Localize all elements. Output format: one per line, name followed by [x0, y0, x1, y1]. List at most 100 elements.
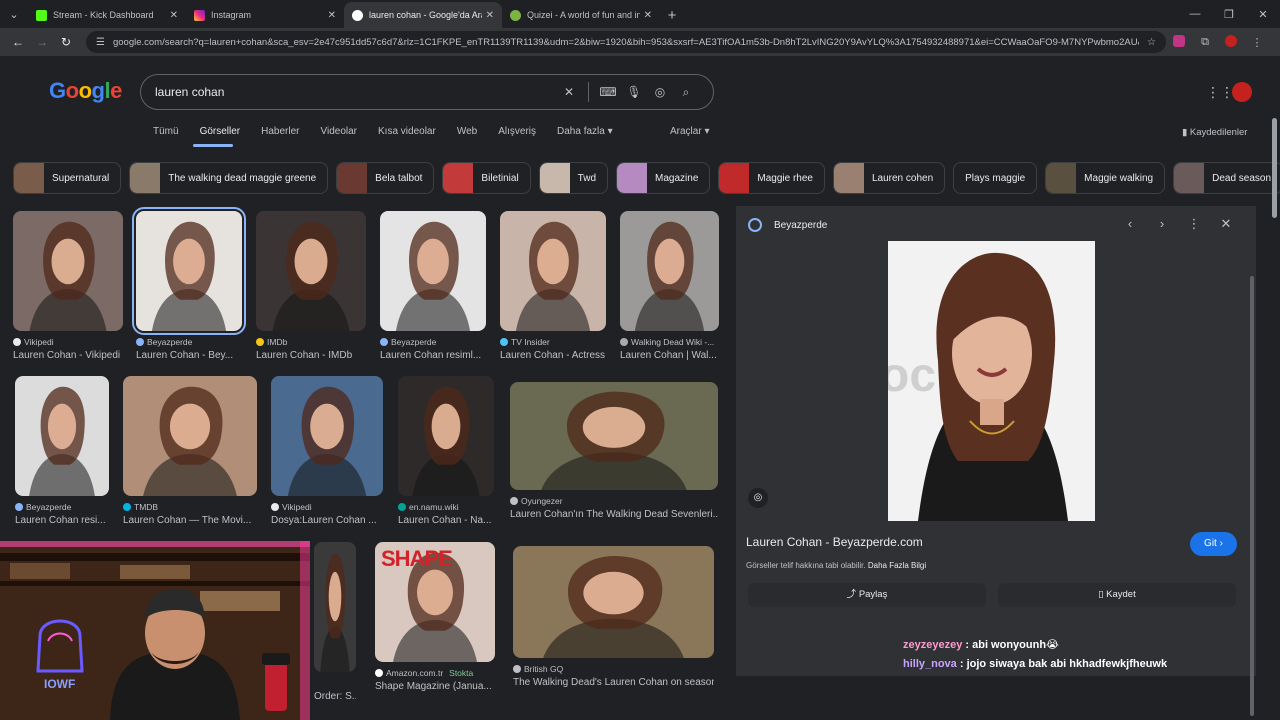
- related-chip[interactable]: Lauren cohen: [832, 162, 946, 194]
- related-chip[interactable]: Plays maggie: [953, 162, 1038, 194]
- tab-short-videos[interactable]: Kısa videolar: [378, 126, 436, 137]
- reload-icon[interactable]: ↻: [54, 35, 78, 49]
- image-result[interactable]: Vikipedi Dosya:Lauren Cohan ...: [271, 376, 383, 526]
- save-button[interactable]: ▯ Kaydet: [998, 583, 1236, 607]
- image-result[interactable]: SHAPE Amazon.com.tr Stokta Shape Magazine (…: [375, 542, 495, 692]
- image-result[interactable]: TMDB Lauren Cohan — The Movi...: [123, 376, 257, 526]
- visit-button[interactable]: Git ›: [1190, 532, 1237, 556]
- result-caption[interactable]: Lauren Cohan - Na...: [398, 515, 494, 526]
- result-caption[interactable]: Lauren Cohan — The Movi...: [123, 515, 257, 526]
- result-caption[interactable]: Lauren Cohan resi...: [15, 515, 109, 526]
- result-caption[interactable]: Lauren Cohan'ın The Walking Dead Sevenle…: [510, 509, 718, 520]
- result-caption[interactable]: Lauren Cohan - Actress: [500, 350, 606, 361]
- address-bar[interactable]: ☰ google.com/search?q=lauren+cohan&sca_e…: [86, 31, 1166, 53]
- tab-kick-dashboard[interactable]: Stream - Kick Dashboard ✕: [28, 2, 186, 28]
- image-result[interactable]: TV Insider Lauren Cohan - Actress: [500, 211, 606, 361]
- google-logo[interactable]: Google: [49, 78, 122, 104]
- result-caption[interactable]: Order: S...: [314, 691, 356, 702]
- result-thumbnail[interactable]: SHAPE: [375, 542, 495, 662]
- related-chip[interactable]: Maggie walking: [1045, 162, 1166, 194]
- related-chip[interactable]: Magazine: [616, 162, 711, 194]
- result-thumbnail[interactable]: [256, 211, 366, 331]
- lens-search-icon[interactable]: ◎: [748, 488, 768, 508]
- result-caption[interactable]: The Walking Dead's Lauren Cohan on seaso…: [513, 677, 714, 688]
- account-avatar[interactable]: [1232, 82, 1252, 102]
- related-chip[interactable]: Supernatural: [13, 162, 122, 194]
- tab-all[interactable]: Tümü: [153, 126, 179, 137]
- tab-news[interactable]: Haberler: [261, 126, 299, 137]
- related-chip[interactable]: Biletinial: [442, 162, 531, 194]
- share-button[interactable]: ⤴ Paylaş: [748, 583, 986, 607]
- result-thumbnail[interactable]: [271, 376, 383, 496]
- result-caption[interactable]: Lauren Cohan - Vikipedi: [13, 350, 123, 361]
- result-thumbnail[interactable]: [314, 542, 356, 672]
- forward-icon[interactable]: →: [30, 35, 54, 49]
- search-box[interactable]: lauren cohan ✕ ⌨ 🎙 ◎ ⌕: [140, 74, 714, 110]
- tab-web[interactable]: Web: [457, 126, 477, 137]
- tab-instagram[interactable]: Instagram ✕: [186, 2, 344, 28]
- panel-scrollbar[interactable]: [1250, 276, 1254, 716]
- result-thumbnail[interactable]: [123, 376, 257, 496]
- related-chip[interactable]: Twd: [538, 162, 609, 194]
- result-thumbnail[interactable]: [132, 207, 246, 335]
- image-result[interactable]: IMDb Lauren Cohan - IMDb: [256, 211, 366, 361]
- next-icon[interactable]: ›: [1146, 216, 1178, 232]
- browser-menu-icon[interactable]: ⋮: [1244, 36, 1270, 49]
- keyboard-icon[interactable]: ⌨: [595, 85, 621, 99]
- tab-images[interactable]: Görseller: [200, 126, 241, 137]
- close-window-icon[interactable]: ✕: [1246, 8, 1280, 21]
- image-result[interactable]: Oyungezer Lauren Cohan'ın The Walking Dea…: [510, 382, 718, 520]
- image-result[interactable]: Order: S...: [314, 542, 356, 702]
- close-tab-icon[interactable]: ✕: [170, 10, 178, 21]
- site-info-icon[interactable]: ☰: [96, 37, 105, 48]
- result-thumbnail[interactable]: [510, 382, 718, 490]
- related-chip[interactable]: Maggie rhee: [718, 162, 825, 194]
- result-thumbnail[interactable]: [620, 211, 719, 331]
- image-result[interactable]: Beyazperde Lauren Cohan - Bey...: [132, 207, 246, 361]
- restore-icon[interactable]: ❐: [1212, 8, 1246, 21]
- panel-source[interactable]: Beyazperde: [748, 218, 827, 232]
- result-thumbnail[interactable]: [398, 376, 494, 496]
- close-tab-icon[interactable]: ✕: [644, 10, 652, 21]
- result-thumbnail[interactable]: [500, 211, 606, 331]
- bookmark-star-icon[interactable]: ☆: [1147, 37, 1156, 48]
- close-panel-icon[interactable]: ✕: [1210, 216, 1242, 232]
- tab-more[interactable]: Daha fazla ▾: [557, 126, 613, 137]
- image-result[interactable]: Beyazperde Lauren Cohan resi...: [15, 376, 109, 526]
- extension-icon[interactable]: [1166, 34, 1192, 50]
- tab-shopping[interactable]: Alışveriş: [498, 126, 536, 137]
- previous-icon[interactable]: ‹: [1114, 216, 1146, 232]
- result-caption[interactable]: Dosya:Lauren Cohan ...: [271, 515, 383, 526]
- image-result[interactable]: Vikipedi Lauren Cohan - Vikipedi: [13, 211, 123, 361]
- clear-search-icon[interactable]: ✕: [556, 85, 582, 99]
- back-icon[interactable]: ←: [6, 35, 30, 49]
- new-tab-icon[interactable]: +: [660, 2, 684, 28]
- related-chip[interactable]: The walking dead maggie greene: [129, 162, 329, 194]
- related-chip[interactable]: Dead season: [1173, 162, 1280, 194]
- search-input[interactable]: lauren cohan: [155, 85, 556, 99]
- result-thumbnail[interactable]: [380, 211, 486, 331]
- result-thumbnail[interactable]: [513, 546, 714, 658]
- result-thumbnail[interactable]: [13, 211, 123, 331]
- result-caption[interactable]: Lauren Cohan - Bey...: [136, 350, 242, 361]
- minimize-icon[interactable]: —: [1178, 8, 1212, 20]
- page-scrollbar[interactable]: [1272, 118, 1277, 218]
- close-tab-icon[interactable]: ✕: [486, 10, 494, 21]
- image-result[interactable]: Walking Dead Wiki -... Lauren Cohan | Wal…: [620, 211, 719, 361]
- more-options-icon[interactable]: ⋮: [1178, 216, 1210, 232]
- result-caption[interactable]: Lauren Cohan resiml...: [380, 350, 486, 361]
- google-apps-icon[interactable]: ⋮⋮: [1206, 84, 1234, 101]
- tab-quizei[interactable]: Quizei - A world of fun and inte ✕: [502, 2, 660, 28]
- saved-button[interactable]: ▮ Kaydedilenler: [1182, 127, 1247, 138]
- image-result[interactable]: Beyazperde Lauren Cohan resiml...: [380, 211, 486, 361]
- result-caption[interactable]: Lauren Cohan | Wal...: [620, 350, 719, 361]
- image-result[interactable]: en.namu.wiki Lauren Cohan - Na...: [398, 376, 494, 526]
- result-caption[interactable]: Lauren Cohan - IMDb: [256, 350, 366, 361]
- profile-avatar-icon[interactable]: [1218, 34, 1244, 50]
- result-caption[interactable]: Shape Magazine (Janua...: [375, 681, 495, 692]
- close-tab-icon[interactable]: ✕: [328, 10, 336, 21]
- image-result[interactable]: British GQ The Walking Dead's Lauren Coha…: [513, 546, 714, 688]
- lens-camera-icon[interactable]: ◎: [647, 85, 673, 99]
- result-thumbnail[interactable]: [15, 376, 109, 496]
- microphone-icon[interactable]: 🎙: [621, 85, 647, 99]
